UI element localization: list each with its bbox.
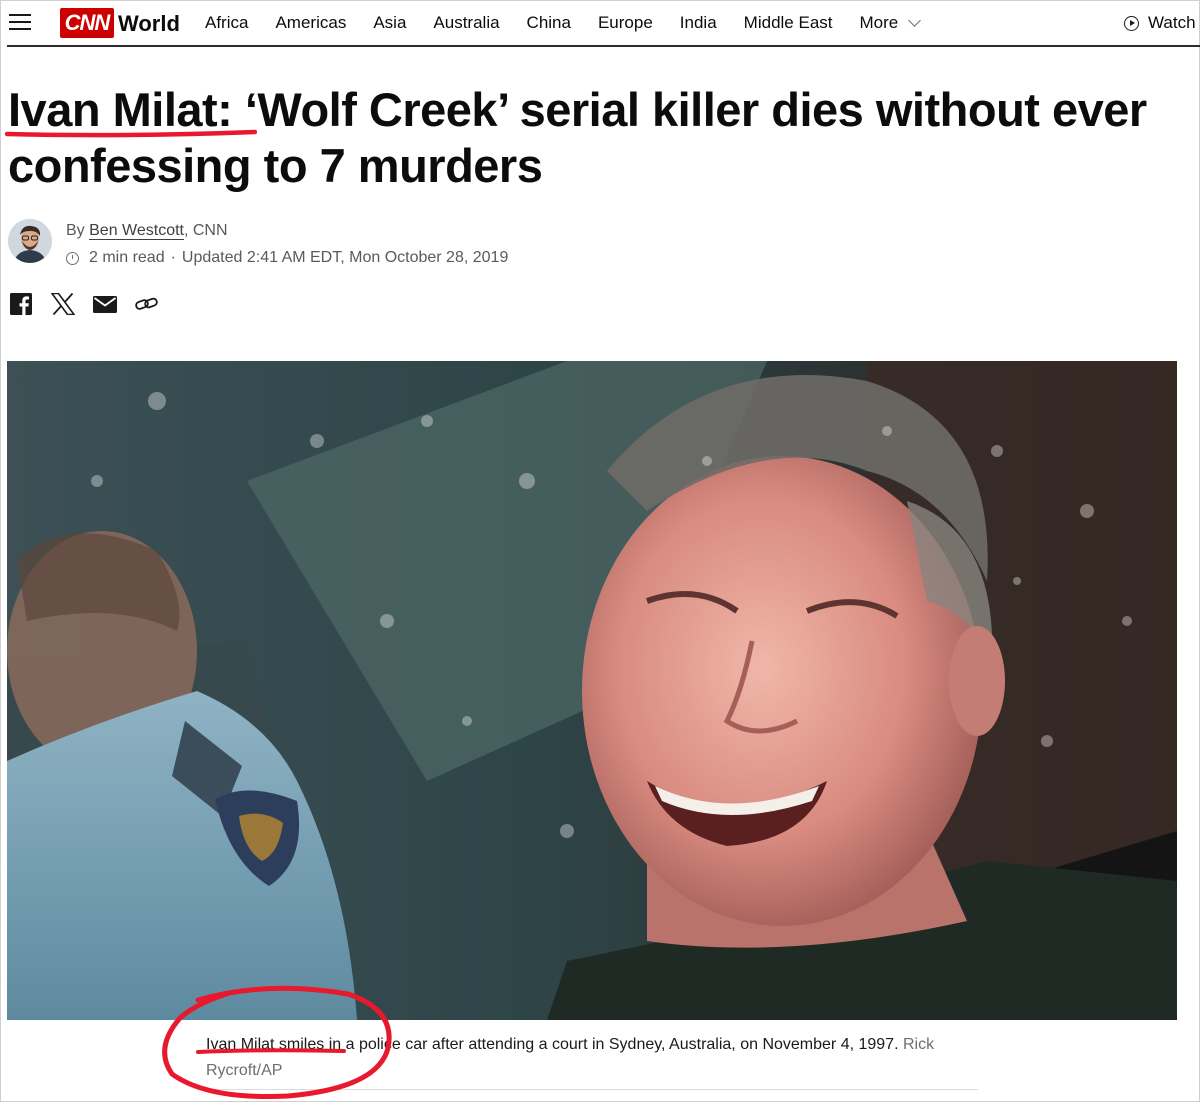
caption-divider bbox=[206, 1089, 978, 1090]
nav-item-australia[interactable]: Australia bbox=[433, 13, 499, 33]
clock-icon bbox=[66, 251, 79, 265]
byline: By Ben Westcott, CNN bbox=[66, 222, 228, 240]
facebook-icon[interactable] bbox=[9, 292, 33, 316]
cnn-logo[interactable]: CNN bbox=[60, 8, 114, 38]
nav-divider bbox=[7, 45, 1200, 47]
chevron-down-icon bbox=[908, 14, 922, 27]
section-title[interactable]: World bbox=[118, 11, 180, 37]
annotation-underline-headline bbox=[5, 129, 257, 138]
author-link[interactable]: Ben Westcott bbox=[89, 222, 184, 240]
nav-items: Africa Americas Asia Australia China Eur… bbox=[205, 13, 946, 33]
byline-outlet: , CNN bbox=[183, 222, 228, 239]
link-icon[interactable] bbox=[135, 292, 159, 316]
watch-button[interactable]: Watch bbox=[1124, 13, 1196, 33]
article-meta: 2 min read · Updated 2:41 AM EDT, Mon Oc… bbox=[66, 249, 508, 267]
nav-item-americas[interactable]: Americas bbox=[275, 13, 346, 33]
byline-prefix: By bbox=[66, 222, 85, 239]
play-icon bbox=[1124, 15, 1139, 31]
caption-highlighted-text: Ivan Milat smiles in bbox=[206, 1036, 342, 1053]
nav-item-asia[interactable]: Asia bbox=[373, 13, 406, 33]
read-time: 2 min read bbox=[89, 249, 165, 266]
hamburger-menu-icon[interactable] bbox=[9, 12, 31, 32]
meta-separator: · bbox=[170, 249, 176, 266]
photo-caption: Ivan Milat smiles in a police car after … bbox=[206, 1032, 976, 1084]
nav-item-europe[interactable]: Europe bbox=[598, 13, 653, 33]
author-avatar[interactable] bbox=[8, 219, 52, 263]
updated-timestamp: Updated 2:41 AM EDT, Mon October 28, 201… bbox=[181, 249, 509, 266]
share-bar bbox=[9, 292, 159, 316]
nav-more-button[interactable]: More bbox=[859, 13, 922, 33]
nav-item-middle-east[interactable]: Middle East bbox=[744, 13, 833, 33]
nav-item-india[interactable]: India bbox=[680, 13, 717, 33]
nav-item-china[interactable]: China bbox=[527, 13, 571, 33]
watch-label: Watch bbox=[1148, 13, 1196, 32]
email-icon[interactable] bbox=[93, 292, 117, 316]
caption-text: a police car after attending a court in … bbox=[341, 1036, 899, 1053]
nav-more-label: More bbox=[859, 13, 899, 32]
top-navigation: CNN World Africa Americas Asia Australia… bbox=[0, 0, 1200, 47]
x-icon[interactable] bbox=[51, 292, 75, 316]
article-headline: Ivan Milat: ‘Wolf Creek’ serial killer d… bbox=[8, 83, 1147, 192]
article-photo bbox=[7, 361, 1177, 1020]
nav-item-africa[interactable]: Africa bbox=[205, 13, 248, 33]
